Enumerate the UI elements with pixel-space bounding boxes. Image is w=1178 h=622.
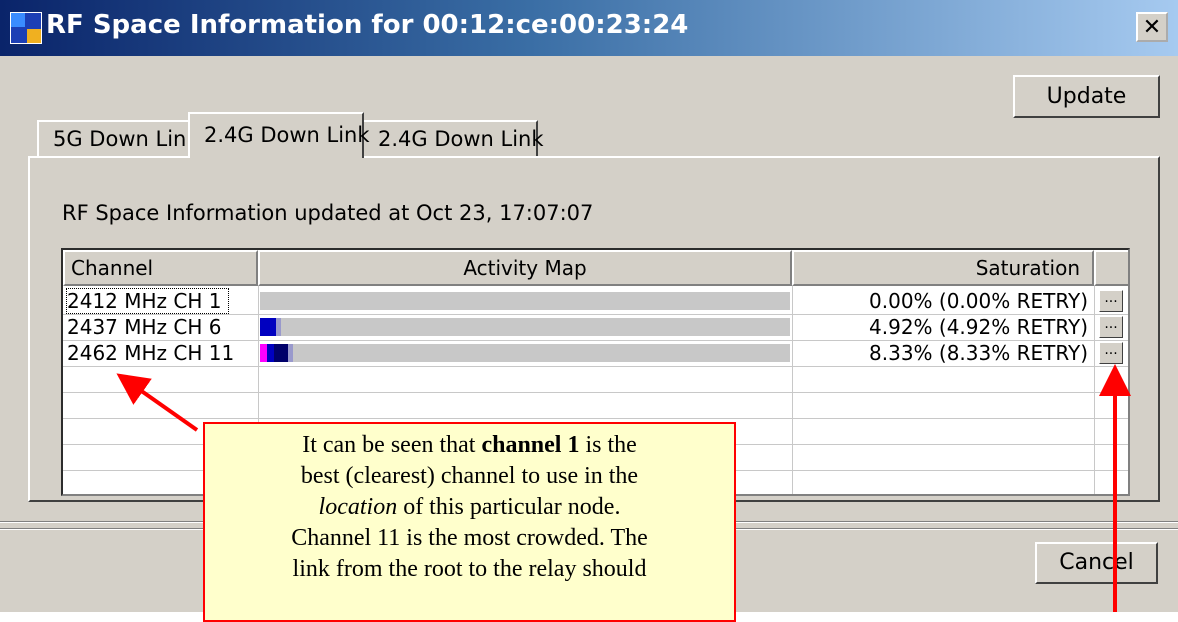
channel-cell: 2437 MHz CH 6 xyxy=(67,315,222,339)
activity-segment xyxy=(288,344,293,362)
channel-cell: 2462 MHz CH 11 xyxy=(67,341,235,365)
column-header-activity-map[interactable]: Activity Map xyxy=(258,250,792,286)
activity-bar xyxy=(260,292,790,310)
annotation-italic-text: location xyxy=(318,494,398,520)
table-header: Channel Activity Map Saturation xyxy=(63,250,1128,286)
saturation-cell: 0.00% (0.00% RETRY) xyxy=(869,289,1088,313)
activity-segment xyxy=(267,344,274,362)
update-button[interactable]: Update xyxy=(1013,75,1160,118)
column-header-details[interactable] xyxy=(1094,250,1128,286)
column-header-saturation[interactable]: Saturation xyxy=(792,250,1094,286)
annotation-text: best (clearest) channel to use in the xyxy=(300,463,639,489)
activity-segment xyxy=(274,344,288,362)
annotation-callout: It can be seen that channel 1 is the bes… xyxy=(203,422,736,622)
activity-segment xyxy=(276,318,281,336)
saturation-cell: 8.33% (8.33% RETRY) xyxy=(869,341,1088,365)
annotation-text: Channel 11 is the most crowded. The xyxy=(291,525,648,551)
annotation-bold-text: channel 1 xyxy=(481,432,580,458)
close-icon[interactable]: ✕ xyxy=(1136,12,1168,42)
activity-bar xyxy=(260,344,790,362)
details-button[interactable]: ... xyxy=(1099,290,1123,312)
table-row[interactable]: 2437 MHz CH 6 4.92% (4.92% RETRY) ... xyxy=(63,314,1128,340)
cancel-button[interactable]: Cancel xyxy=(1035,542,1158,584)
saturation-cell: 4.92% (4.92% RETRY) xyxy=(869,315,1088,339)
channel-cell: 2412 MHz CH 1 xyxy=(66,288,229,314)
column-header-channel[interactable]: Channel xyxy=(63,250,258,286)
activity-bar xyxy=(260,318,790,336)
tab-2-4g-down-link-selected[interactable]: 2.4G Down Link xyxy=(188,112,370,158)
title-bar[interactable]: RF Space Information for 00:12:ce:00:23:… xyxy=(0,0,1178,56)
window-title: RF Space Information for 00:12:ce:00:23:… xyxy=(46,10,689,40)
details-button[interactable]: ... xyxy=(1099,316,1123,338)
app-icon xyxy=(10,12,42,44)
annotation-text: It can be seen that xyxy=(302,432,482,458)
activity-segment xyxy=(260,344,267,362)
grid-line xyxy=(63,418,1128,419)
tab-2-4g-down-link[interactable]: 2.4G Down Link xyxy=(362,120,544,158)
table-row[interactable]: 2462 MHz CH 11 8.33% (8.33% RETRY) ... xyxy=(63,340,1128,366)
grid-line xyxy=(63,392,1128,393)
annotation-text: is the xyxy=(579,432,637,458)
annotation-text: of this particular node. xyxy=(397,494,621,520)
grid-line xyxy=(63,366,1128,367)
table-row[interactable]: 2412 MHz CH 1 0.00% (0.00% RETRY) ... xyxy=(63,288,1128,314)
activity-segment xyxy=(260,318,276,336)
details-button[interactable]: ... xyxy=(1099,342,1123,364)
annotation-text: link from the root to the relay should xyxy=(292,556,647,582)
updated-status-text: RF Space Information updated at Oct 23, … xyxy=(62,201,594,225)
tab-5g-down-link[interactable]: 5G Down Link xyxy=(37,120,199,158)
